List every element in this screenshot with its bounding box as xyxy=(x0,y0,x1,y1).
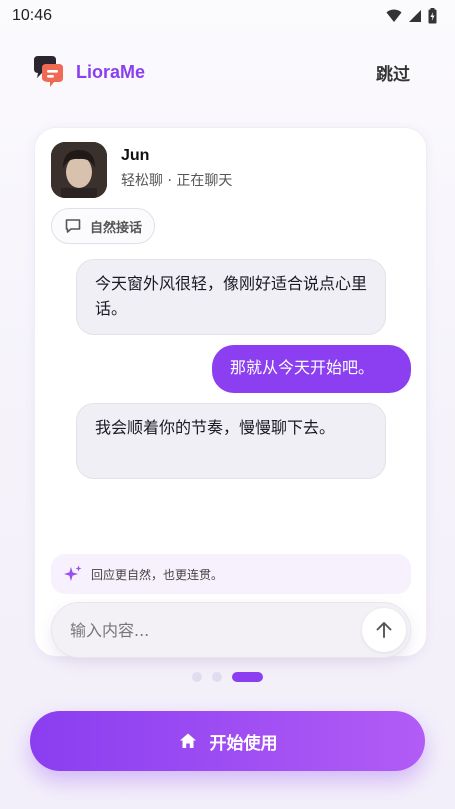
page-dot-active[interactable] xyxy=(232,672,263,682)
message-composer xyxy=(51,602,411,658)
feature-hint-text: 回应更自然，也更连贯。 xyxy=(91,567,224,582)
wifi-icon xyxy=(386,9,402,22)
chat-preview-card: Jun 轻松聊 · 正在聊天 自然接话 今天窗外风很轻，像刚好适合说点心里话。 … xyxy=(34,127,427,658)
app-name: LioraMe xyxy=(76,61,146,82)
send-button[interactable] xyxy=(362,608,406,652)
mode-chip[interactable]: 自然接话 xyxy=(51,208,156,244)
home-icon xyxy=(179,733,196,748)
status-bar: 10:46 xyxy=(0,0,455,32)
status-time: 10:46 xyxy=(12,7,53,24)
arrow-up-icon xyxy=(376,622,392,638)
page-dot[interactable] xyxy=(212,672,222,682)
sparkle-icon xyxy=(64,565,82,581)
message-assistant: 今天窗外风很轻，像刚好适合说点心里话。 xyxy=(76,259,386,335)
app-logo-icon xyxy=(34,56,63,87)
chat-bubble-icon xyxy=(65,219,81,233)
avatar xyxy=(51,142,107,198)
profile-name: Jun xyxy=(121,146,150,164)
start-button-label: 开始使用 xyxy=(209,733,278,754)
mode-chip-label: 自然接话 xyxy=(90,220,143,236)
skip-button[interactable]: 跳过 xyxy=(376,60,410,85)
profile-header: Jun 轻松聊 · 正在聊天 xyxy=(51,142,232,198)
message-input[interactable] xyxy=(70,620,330,640)
cellular-signal-icon xyxy=(409,10,421,22)
battery-icon xyxy=(428,8,437,24)
page-indicator xyxy=(192,672,263,682)
message-assistant: 我会顺着你的节奏，慢慢聊下去。 xyxy=(76,403,386,479)
brand: LioraMe xyxy=(30,54,145,90)
message-user: 那就从今天开始吧。 xyxy=(212,345,411,393)
page-dot[interactable] xyxy=(192,672,202,682)
header: LioraMe 跳过 xyxy=(30,52,410,92)
profile-status: 轻松聊 · 正在聊天 xyxy=(121,172,233,189)
feature-hint: 回应更自然，也更连贯。 xyxy=(51,554,411,594)
status-icons xyxy=(386,8,437,24)
start-button[interactable]: 开始使用 xyxy=(30,711,425,771)
